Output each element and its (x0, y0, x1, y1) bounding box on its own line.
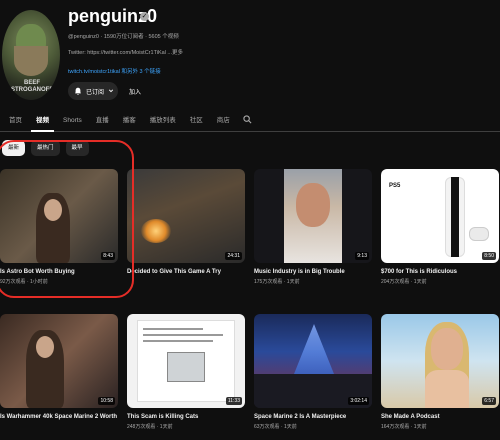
ps5-logo: PS5 (389, 183, 401, 189)
video-title[interactable]: Space Marine 2 Is A Masterpiece (254, 413, 372, 421)
video-card[interactable]: PS5 8:50 $700 for This is Ridiculous 204… (381, 169, 499, 285)
video-card[interactable]: 10:58 Is Warhammer 40k Space Marine 2 Wo… (0, 314, 118, 423)
video-thumbnail[interactable]: 11:33 (127, 314, 245, 408)
highlight-annotation (0, 140, 134, 298)
video-card[interactable]: 6:57 She Made A Podcast 164万次观看 · 1天前 (381, 314, 499, 430)
video-title[interactable]: This Scam is Killing Cats (127, 413, 245, 421)
avatar-caption: BEEF STROGANOFF (11, 80, 53, 93)
verified-icon: ✓ (140, 12, 149, 21)
chevron-down-icon (108, 89, 114, 93)
subscribed-button[interactable]: 已订阅 (68, 82, 118, 100)
thumb-text-line (143, 340, 213, 342)
video-title[interactable]: She Made A Podcast (381, 413, 499, 421)
avatar-beard (14, 46, 48, 76)
video-thumbnail[interactable]: 6:57 (381, 314, 499, 408)
channel-description[interactable]: Twitter: https://twitter.com/MoistCr1TiK… (68, 48, 183, 56)
tab-community[interactable]: 社区 (185, 110, 208, 132)
thumb-product (167, 352, 205, 382)
thumb-text-line (143, 334, 223, 336)
bell-icon (75, 87, 81, 95)
video-meta: 175万次观看 · 1天前 (254, 279, 300, 285)
tab-live[interactable]: 直播 (91, 110, 114, 132)
video-thumbnail[interactable]: 24:31 (127, 169, 245, 263)
video-meta: 204万次观看 · 1天前 (381, 279, 427, 285)
thumb-body (425, 370, 469, 408)
video-duration: 3:02:14 (348, 397, 369, 405)
video-duration: 9:13 (355, 252, 369, 260)
thumb-glow (141, 219, 171, 243)
video-duration: 6:57 (482, 397, 496, 405)
thumb-spire (294, 324, 334, 374)
video-duration: 24:31 (225, 252, 242, 260)
video-title[interactable]: $700 for This is Ridiculous (381, 268, 499, 276)
video-card[interactable]: 11:33 This Scam is Killing Cats 248万次观看 … (127, 314, 245, 430)
tab-shorts[interactable]: Shorts (58, 110, 87, 132)
thumb-text-line (143, 328, 203, 330)
tab-videos[interactable]: 视频 (31, 110, 54, 132)
video-thumbnail[interactable]: 3:02:14 (254, 314, 372, 408)
video-duration: 8:50 (482, 252, 496, 260)
thumb-console-core (451, 177, 459, 257)
thumb-face (36, 336, 54, 358)
video-thumbnail[interactable]: PS5 8:50 (381, 169, 499, 263)
video-meta: 248万次观看 · 1天前 (127, 424, 173, 430)
tab-playlists[interactable]: 播放列表 (145, 110, 181, 132)
video-thumbnail[interactable]: 9:13 (254, 169, 372, 263)
tab-store[interactable]: 商店 (212, 110, 235, 132)
thumb-face (431, 328, 463, 370)
thumb-face (296, 183, 330, 227)
join-button[interactable]: 加入 (125, 82, 145, 100)
channel-nav-tabs: 首页 视频 Shorts 直播 播客 播放列表 社区 商店 (0, 110, 500, 132)
tab-podcasts[interactable]: 播客 (118, 110, 141, 132)
video-card[interactable]: 9:13 Music Industry is in Big Trouble 17… (254, 169, 372, 285)
video-title[interactable]: Music Industry is in Big Trouble (254, 268, 372, 276)
channel-handle-stats: @penguinz0 · 1590万位订阅者 · 5605 个视频 (68, 34, 179, 40)
tab-home[interactable]: 首页 (4, 110, 27, 132)
video-title[interactable]: Decided to Give This Game A Try (127, 268, 245, 276)
channel-links[interactable]: twitch.tv/moistcr1tikal 和另外 3 个链接 (68, 67, 161, 75)
channel-avatar[interactable]: BEEF STROGANOFF (2, 10, 60, 100)
video-card[interactable]: 24:31 Decided to Give This Game A Try (127, 169, 245, 278)
video-meta: 164万次观看 · 1天前 (381, 424, 427, 430)
video-thumbnail[interactable]: 10:58 (0, 314, 118, 408)
thumb-controller (469, 227, 489, 241)
video-title[interactable]: Is Warhammer 40k Space Marine 2 Worth Bu… (0, 413, 118, 421)
video-meta: 63万次观看 · 1天前 (254, 424, 297, 430)
subscribed-label: 已订阅 (86, 89, 105, 96)
video-duration: 11:33 (225, 397, 242, 405)
video-duration: 10:58 (98, 397, 115, 405)
video-card[interactable]: 3:02:14 Space Marine 2 Is A Masterpiece … (254, 314, 372, 430)
search-icon[interactable] (239, 115, 256, 126)
